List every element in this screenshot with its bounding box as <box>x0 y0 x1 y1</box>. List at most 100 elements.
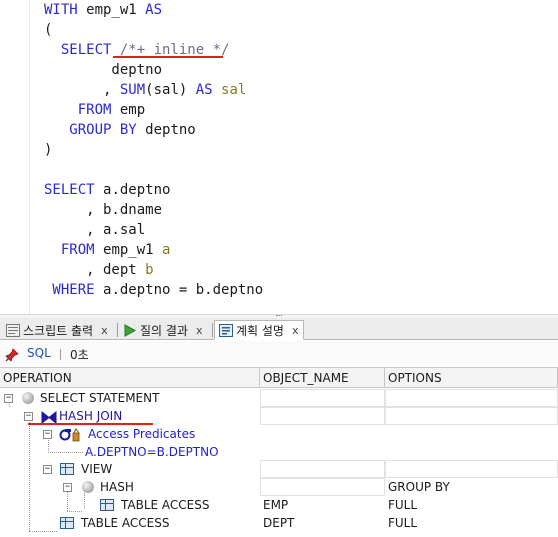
grid-cell[interactable] <box>260 389 385 407</box>
tree-line <box>29 531 57 532</box>
column-header-options[interactable]: OPTIONS <box>385 367 558 388</box>
code-token: WITH <box>44 2 78 18</box>
plan-operation[interactable]: SELECT STATEMENT <box>40 389 159 407</box>
plan-operation[interactable]: VIEW <box>81 460 112 478</box>
code-token: deptno <box>145 122 196 138</box>
close-icon[interactable]: x <box>196 324 203 337</box>
script-output-icon <box>6 323 20 337</box>
tree-line <box>48 438 49 453</box>
options-cell[interactable]: GROUP BY <box>385 478 558 496</box>
code-token: AS <box>145 2 163 18</box>
code-token: (sal) <box>145 82 196 98</box>
tree-line <box>67 491 68 511</box>
tab-explain-plan[interactable]: 계획 설명 x <box>214 320 304 340</box>
grid-cell[interactable] <box>385 389 558 407</box>
code-line[interactable]: ( <box>44 20 52 40</box>
query-result-icon <box>123 323 137 337</box>
code-line[interactable]: , b.dname <box>44 200 162 220</box>
code-token: ) <box>44 142 53 158</box>
grid-cell[interactable] <box>385 407 558 425</box>
code-token: emp_w1 <box>103 242 163 258</box>
code-line[interactable]: GROUP BY deptno <box>44 120 196 140</box>
code-token: SUM <box>119 82 146 98</box>
code-line[interactable]: deptno <box>44 60 162 80</box>
code-token: SELECT <box>44 182 104 198</box>
code-token: WHERE <box>44 282 104 298</box>
grid-cell[interactable] <box>385 460 558 478</box>
collapse-toggle[interactable]: − <box>43 430 52 439</box>
code-token: a <box>162 242 171 258</box>
hash-join-icon <box>41 409 57 425</box>
tab-label: 스크립트 출력 <box>23 323 94 338</box>
code-line[interactable]: ) <box>44 140 52 160</box>
code-token: deptno <box>44 62 163 78</box>
plan-toolbar: SQL 0초 <box>0 341 558 366</box>
ball-icon <box>22 392 34 404</box>
pin-icon[interactable] <box>5 347 19 362</box>
code-token: , b.dname <box>44 202 163 218</box>
plan-operation[interactable]: TABLE ACCESS <box>121 496 210 514</box>
code-line[interactable]: WITH emp_w1 AS <box>44 0 162 20</box>
tab-script-output[interactable]: 스크립트 출력 x <box>2 320 112 340</box>
plan-operation[interactable]: TABLE ACCESS <box>81 514 170 532</box>
object-name-cell[interactable]: DEPT <box>260 514 385 532</box>
code-line[interactable]: WHERE a.deptno = b.deptno <box>44 280 263 300</box>
code-token: b <box>145 262 154 278</box>
collapse-toggle[interactable]: − <box>24 412 33 421</box>
code-line[interactable]: , a.sal <box>44 220 145 240</box>
explain-plan-icon <box>219 323 233 337</box>
options-cell[interactable]: FULL <box>385 496 558 514</box>
tab-divider <box>117 323 118 337</box>
code-line[interactable]: FROM emp <box>44 100 145 120</box>
code-token: FROM <box>44 242 104 258</box>
code-line[interactable]: FROM emp_w1 a <box>44 240 171 260</box>
sql-editor[interactable]: WITH emp_w1 AS( SELECT /*+ inline */ dep… <box>0 0 558 314</box>
tree-line <box>67 511 82 512</box>
close-icon[interactable]: x <box>292 324 299 337</box>
output-tab-bar: 스크립트 출력 x 질의 결과 x 계획 설명 x <box>0 318 558 340</box>
grid-cell[interactable] <box>260 478 385 496</box>
tab-label: 질의 결과 <box>140 323 188 338</box>
tab-label: 계획 설명 <box>236 323 284 338</box>
grid-cell[interactable] <box>260 407 385 425</box>
access-predicates-icon <box>59 427 85 442</box>
code-token: a.deptno = b.deptno <box>103 282 264 298</box>
code-token: SELECT <box>44 42 120 58</box>
tab-query-result[interactable]: 질의 결과 x <box>119 320 207 340</box>
column-header-operation[interactable]: OPERATION <box>0 367 260 388</box>
plan-operation[interactable]: Access Predicates <box>88 425 195 443</box>
collapse-toggle[interactable]: − <box>63 483 72 492</box>
plan-operation[interactable]: HASH <box>100 478 134 496</box>
table-icon <box>100 499 114 511</box>
column-header-object-name[interactable]: OBJECT_NAME <box>260 367 385 388</box>
elapsed-time: 0초 <box>70 348 89 362</box>
grid-cell[interactable] <box>260 460 385 478</box>
collapse-toggle[interactable]: − <box>43 465 52 474</box>
tree-line <box>29 420 30 531</box>
code-token: sal <box>212 82 247 98</box>
code-token: a.deptno <box>103 182 171 198</box>
code-line[interactable]: SELECT a.deptno <box>44 180 170 200</box>
table-icon <box>60 517 74 529</box>
code-token: , a.sal <box>44 222 146 238</box>
predicate-text[interactable]: A.DEPTNO=B.DEPTNO <box>85 443 219 461</box>
options-cell[interactable]: FULL <box>385 514 558 532</box>
explain-plan-grid[interactable]: OPERATION OBJECT_NAME OPTIONS − SELECT S… <box>0 367 558 537</box>
code-token: emp <box>119 102 146 118</box>
tree-line <box>48 452 83 453</box>
code-token: FROM <box>44 102 120 118</box>
toolbar-divider <box>60 349 61 360</box>
code-token: ( <box>44 22 53 38</box>
object-name-cell[interactable]: EMP <box>260 496 385 514</box>
inline-hint-underline <box>113 56 223 58</box>
code-line[interactable]: , SUM(sal) AS sal <box>44 80 246 100</box>
close-icon[interactable]: x <box>101 324 108 337</box>
view-icon <box>60 463 74 475</box>
code-token: emp_w1 <box>77 2 146 18</box>
tree-line <box>84 491 85 508</box>
code-token: , dept <box>44 262 146 278</box>
collapse-toggle[interactable]: − <box>4 394 13 403</box>
code-token: , <box>44 82 120 98</box>
sql-link[interactable]: SQL <box>27 346 51 360</box>
code-line[interactable]: , dept b <box>44 260 154 280</box>
